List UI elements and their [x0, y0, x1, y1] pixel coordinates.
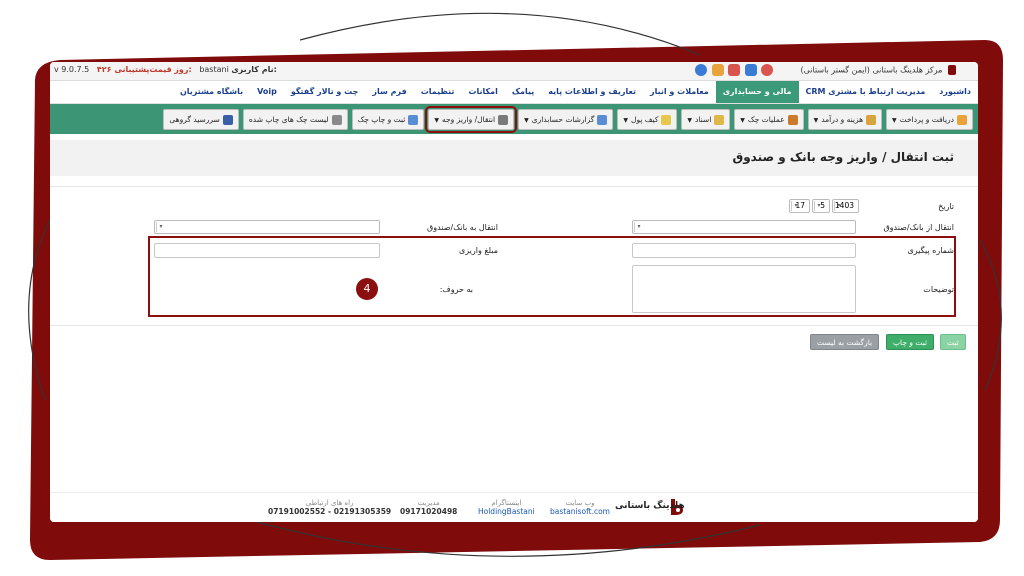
report-icon — [597, 115, 608, 125]
menu-item[interactable]: تنظیمات — [414, 81, 462, 103]
document-icon — [714, 115, 725, 125]
footer-manager: مدیریت 09171020498 — [400, 499, 458, 516]
toolbar-button-label: ثبت و چاپ چک — [357, 115, 406, 124]
date-label: تاریخ — [938, 202, 954, 211]
instagram-link[interactable]: HoldingBastani — [478, 507, 535, 516]
toolbar-button-label: کیف پول — [631, 115, 659, 124]
username: bastani — [199, 65, 229, 74]
transfer-icon — [498, 115, 509, 125]
chevron-down-icon: ▼ — [813, 117, 819, 124]
check-icon — [787, 115, 798, 125]
toolbar-button-label: اسناد — [695, 115, 712, 124]
step-badge: 4 — [356, 278, 378, 300]
to-account-label: انتقال به بانک/صندوق — [427, 223, 498, 232]
top-bar: مرکز هلدینگ باستانی (ایمن گستر باستانی) … — [50, 62, 978, 81]
submit-print-button[interactable]: ثبت و چاپ — [886, 334, 935, 350]
footer-contact: راه های ارتباطی 07191002552 - 0219130535… — [268, 499, 392, 516]
toolbar-button-label: عملیات چک — [747, 115, 785, 124]
center-title: مرکز هلدینگ باستانی (ایمن گستر باستانی) — [800, 65, 943, 75]
menu-item[interactable]: معاملات و انبار — [643, 81, 716, 103]
power-icon[interactable] — [761, 64, 774, 76]
date-year-select[interactable]: ▾ 1403 — [832, 199, 859, 213]
session-info: v 9.0.7.5 ۴۲۶ روز قیمت‌پشتیبانی: bastani… — [54, 65, 277, 74]
menu-item[interactable]: چت و تالار گفتگو — [284, 81, 365, 103]
toolbar-button[interactable]: سررسید گروهی — [163, 109, 239, 130]
toolbar-button-label: دریافت و پرداخت — [899, 115, 954, 124]
menu-item[interactable]: پیامک — [505, 81, 541, 103]
app-window: مرکز هلدینگ باستانی (ایمن گستر باستانی) … — [50, 62, 978, 522]
notifications-icon[interactable] — [728, 64, 741, 76]
wallet-icon — [661, 115, 672, 125]
toolbar-button-label: هزینه و درآمد — [821, 115, 864, 124]
toolbar-button[interactable]: هزینه و درآمد▼ — [807, 109, 883, 130]
page-header: ثبت انتقال / واریز وجه بانک و صندوق — [50, 140, 978, 176]
menu-item[interactable]: فرم ساز — [365, 81, 413, 103]
toolbar-button-label: انتقال/ واریز وجه — [442, 115, 496, 124]
version: v 9.0.7.5 — [54, 65, 90, 74]
list-icon — [331, 115, 342, 125]
chevron-down-icon: ▼ — [434, 117, 440, 124]
calendar-icon[interactable] — [711, 64, 724, 76]
top-bar-icons — [695, 64, 775, 76]
menu-item[interactable]: باشگاه مشتریان — [173, 81, 250, 103]
footer-instagram: اینستاگرام HoldingBastani — [478, 499, 535, 516]
submit-button[interactable]: ثبت — [940, 334, 966, 350]
toolbar-button[interactable]: کیف پول▼ — [617, 109, 678, 130]
toolbar-button[interactable]: اسناد▼ — [681, 109, 731, 130]
toolbar-button[interactable]: ثبت و چاپ چک — [351, 109, 425, 130]
chevron-down-icon: ▼ — [740, 117, 745, 124]
toolbar-button[interactable]: انتقال/ واریز وجه▼ — [425, 106, 518, 133]
menu-item[interactable]: امکانات — [461, 81, 504, 103]
toolbar: دریافت و پرداخت▼هزینه و درآمد▼عملیات چک▼… — [50, 104, 978, 134]
from-account-label: انتقال از بانک/صندوق — [883, 223, 954, 232]
toolbar-button[interactable]: گزارشات حسابداری▼ — [518, 109, 614, 130]
chevron-down-icon: ▼ — [892, 117, 897, 124]
footer-website: وب سایت bastanisoft.com — [550, 499, 610, 516]
footer-brand: هلدینگ باستانی — [615, 501, 685, 511]
chat-icon[interactable] — [695, 64, 707, 76]
footer: هلدینگ باستانی وب سایت bastanisoft.com ا… — [50, 492, 978, 522]
toolbar-button-label: گزارشات حسابداری — [531, 115, 595, 124]
username-label: نام کاربری: — [231, 65, 277, 74]
date-day-select[interactable]: ▾ 17 — [789, 199, 810, 213]
menu-item[interactable]: مدیریت ارتباط با مشتری CRM — [799, 81, 933, 103]
app-logo-icon — [948, 65, 956, 75]
chevron-down-icon: ▼ — [524, 117, 529, 124]
from-account-select[interactable]: ▾ — [632, 220, 856, 234]
menu-item[interactable]: مالی و حسابداری — [715, 81, 799, 103]
date-month-select[interactable]: ▾ 5 — [812, 199, 830, 213]
menu-item[interactable]: Voip — [250, 81, 284, 103]
chevron-down-icon: ▼ — [687, 117, 693, 124]
menu-item[interactable]: تعاریف و اطلاعات پایه — [541, 81, 643, 103]
print-icon — [408, 115, 419, 125]
toolbar-button[interactable]: عملیات چک▼ — [734, 109, 804, 130]
to-account-select[interactable]: ▾ — [154, 220, 380, 234]
top-bar-title: مرکز هلدینگ باستانی (ایمن گستر باستانی) — [801, 65, 956, 75]
website-link[interactable]: bastanisoft.com — [550, 507, 610, 516]
toolbar-button[interactable]: لیست چک های چاپ شده — [242, 109, 348, 130]
calendar-icon — [222, 115, 233, 125]
chevron-down-icon: ▼ — [623, 117, 628, 124]
toolbar-button[interactable]: دریافت و پرداخت▼ — [886, 109, 973, 130]
tasks-icon[interactable] — [744, 64, 757, 76]
main-menu: داشبوردمدیریت ارتباط با مشتری CRMمالی و … — [50, 81, 978, 104]
menu-item[interactable]: داشبورد — [932, 81, 978, 103]
highlight-box — [148, 236, 956, 317]
page-title: ثبت انتقال / واریز وجه بانک و صندوق — [732, 150, 954, 164]
toolbar-button-label: سررسید گروهی — [169, 115, 220, 124]
toolbar-button-label: لیست چک های چاپ شده — [248, 115, 329, 124]
back-to-list-button[interactable]: بازگشت به لیست — [810, 334, 880, 350]
money-icon — [957, 115, 967, 125]
coins-icon — [866, 115, 877, 125]
